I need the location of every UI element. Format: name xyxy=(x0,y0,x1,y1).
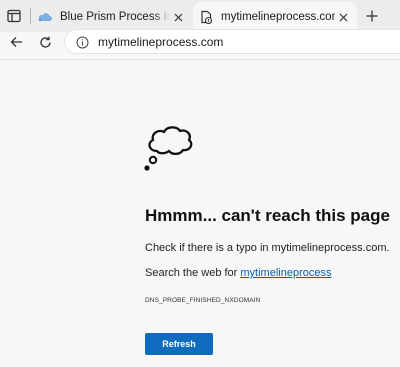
tab-title: mytimelineprocess.com xyxy=(221,11,335,23)
url-text: mytimelineprocess.com xyxy=(98,35,224,49)
tab-actions-button[interactable] xyxy=(2,4,26,28)
close-icon[interactable] xyxy=(170,9,186,25)
back-arrow-icon xyxy=(10,37,22,47)
page-error-icon xyxy=(197,8,215,26)
tab-actions-icon xyxy=(7,9,21,23)
info-icon[interactable] xyxy=(75,35,89,49)
tab-strip: Blue Prism Process Intelligence: S mytim… xyxy=(0,0,400,32)
address-bar[interactable]: mytimelineprocess.com xyxy=(64,29,400,54)
back-button[interactable] xyxy=(4,30,28,54)
error-code: DNS_PROBE_FINISHED_NXDOMAIN xyxy=(145,297,261,304)
search-suggestion: Search the web for mytimelineprocess xyxy=(145,267,331,279)
search-web-link[interactable]: mytimelineprocess xyxy=(240,267,331,279)
tab-separator xyxy=(30,8,31,24)
tab-title: Blue Prism Process Intelligence: S xyxy=(60,11,170,23)
search-prefix: Search the web for xyxy=(145,267,241,279)
refresh-button[interactable]: Refresh xyxy=(145,333,213,355)
cloud-icon xyxy=(36,8,54,26)
thought-cloud-icon xyxy=(144,126,193,171)
tab-mytimelineprocess[interactable]: mytimelineprocess.com xyxy=(193,2,357,32)
new-tab-button[interactable] xyxy=(360,4,384,28)
error-headline: Hmmm... can't reach this page xyxy=(145,206,390,225)
error-page: Hmmm... can't reach this page Check if t… xyxy=(0,60,400,367)
reload-icon xyxy=(39,36,51,48)
close-icon[interactable] xyxy=(335,9,351,25)
typo-hint: Check if there is a typo in mytimelinepr… xyxy=(145,242,390,254)
reload-button[interactable] xyxy=(33,30,57,54)
tab-blue-prism[interactable]: Blue Prism Process Intelligence: S xyxy=(32,2,192,32)
plus-icon xyxy=(366,10,378,22)
